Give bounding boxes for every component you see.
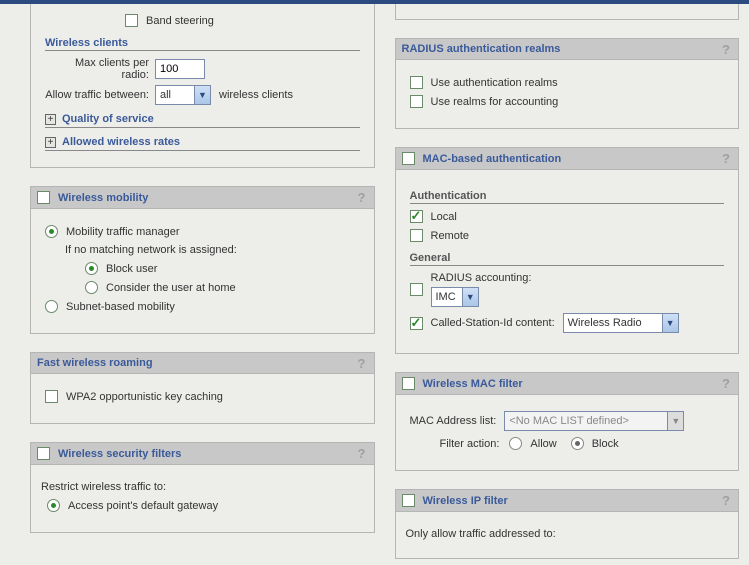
fast-roaming-title: Fast wireless roaming <box>37 357 153 369</box>
awr-title: Allowed wireless rates <box>62 136 180 148</box>
csid-label: Called-Station-Id content: <box>431 317 555 329</box>
band-steering-label: Band steering <box>146 15 214 27</box>
local-label: Local <box>431 211 457 223</box>
mobility-traffic-manager-radio[interactable] <box>45 225 58 238</box>
mtm-label: Mobility traffic manager <box>66 226 180 238</box>
ip-filter-title: Wireless IP filter <box>423 495 508 507</box>
consider-home-radio[interactable] <box>85 281 98 294</box>
allowed-wireless-rates-expander[interactable]: + Allowed wireless rates <box>45 134 360 151</box>
band-steering-checkbox[interactable] <box>125 14 138 27</box>
subnet-label: Subnet-based mobility <box>66 301 175 313</box>
only-allow-label: Only allow traffic addressed to: <box>406 528 556 540</box>
mac-list-label: MAC Address list: <box>410 415 497 427</box>
use-auth-realms-checkbox[interactable] <box>410 76 423 89</box>
ap-default-gw-label: Access point's default gateway <box>68 500 218 512</box>
csid-value: Wireless Radio <box>568 317 656 329</box>
plus-icon: + <box>45 114 56 125</box>
local-checkbox[interactable] <box>410 210 423 223</box>
radius-acct-value: IMC <box>436 291 456 303</box>
help-icon[interactable]: ? <box>722 42 730 57</box>
qos-title: Quality of service <box>62 113 154 125</box>
help-icon[interactable]: ? <box>358 190 366 205</box>
radius-acct-select[interactable]: IMC ▼ <box>431 287 479 307</box>
allow-traffic-label: Allow traffic between: <box>45 89 155 101</box>
help-icon[interactable]: ? <box>722 151 730 166</box>
use-realms-acct-checkbox[interactable] <box>410 95 423 108</box>
help-icon[interactable]: ? <box>722 376 730 391</box>
authentication-heading: Authentication <box>410 190 725 204</box>
help-icon[interactable]: ? <box>358 356 366 371</box>
wireless-clients-heading: Wireless clients <box>45 37 360 51</box>
chevron-down-icon: ▼ <box>194 86 210 104</box>
radius-acct-checkbox[interactable] <box>410 283 423 296</box>
plus-icon: + <box>45 137 56 148</box>
chevron-down-icon: ▼ <box>662 314 678 332</box>
chevron-down-icon: ▼ <box>667 412 683 430</box>
consider-home-label: Consider the user at home <box>106 282 236 294</box>
use-realms-acct-label: Use realms for accounting <box>431 96 559 108</box>
mac-list-value: <No MAC LIST defined> <box>509 415 661 427</box>
allow-traffic-value: all <box>160 89 188 101</box>
block-user-label: Block user <box>106 263 157 275</box>
mac-filter-checkbox[interactable] <box>402 377 415 390</box>
allow-traffic-suffix: wireless clients <box>219 89 293 101</box>
mac-auth-title: MAC-based authentication <box>423 153 562 165</box>
mac-filter-title: Wireless MAC filter <box>423 378 523 390</box>
block-radio[interactable] <box>571 437 584 450</box>
quality-of-service-expander[interactable]: + Quality of service <box>45 111 360 128</box>
wpa2-okc-checkbox[interactable] <box>45 390 58 403</box>
mac-list-select[interactable]: <No MAC LIST defined> ▼ <box>504 411 684 431</box>
general-heading: General <box>410 252 725 266</box>
restrict-label: Restrict wireless traffic to: <box>41 481 166 493</box>
ip-filter-checkbox[interactable] <box>402 494 415 507</box>
allow-traffic-select[interactable]: all ▼ <box>155 85 211 105</box>
use-auth-realms-label: Use authentication realms <box>431 77 558 89</box>
subnet-mobility-radio[interactable] <box>45 300 58 313</box>
help-icon[interactable]: ? <box>722 493 730 508</box>
remote-checkbox[interactable] <box>410 229 423 242</box>
csid-checkbox[interactable] <box>410 317 423 330</box>
max-clients-input[interactable] <box>155 59 205 79</box>
allow-radio[interactable] <box>509 437 522 450</box>
chevron-down-icon: ▼ <box>462 288 478 306</box>
block-label: Block <box>592 438 619 450</box>
radius-acct-label: RADIUS accounting: <box>431 272 532 284</box>
help-icon[interactable]: ? <box>358 446 366 461</box>
allow-label: Allow <box>530 438 556 450</box>
filter-action-label: Filter action: <box>440 438 500 450</box>
max-clients-label: Max clients per radio: <box>45 57 155 81</box>
security-filters-title: Wireless security filters <box>58 448 181 460</box>
security-filters-checkbox[interactable] <box>37 447 50 460</box>
mac-auth-checkbox[interactable] <box>402 152 415 165</box>
radius-realms-title: RADIUS authentication realms <box>402 43 561 55</box>
csid-select[interactable]: Wireless Radio ▼ <box>563 313 679 333</box>
wireless-mobility-title: Wireless mobility <box>58 192 148 204</box>
remote-label: Remote <box>431 230 470 242</box>
if-no-match-label: If no matching network is assigned: <box>65 244 237 256</box>
ap-default-gw-radio[interactable] <box>47 499 60 512</box>
block-user-radio[interactable] <box>85 262 98 275</box>
wireless-mobility-checkbox[interactable] <box>37 191 50 204</box>
wpa2-label: WPA2 opportunistic key caching <box>66 391 223 403</box>
